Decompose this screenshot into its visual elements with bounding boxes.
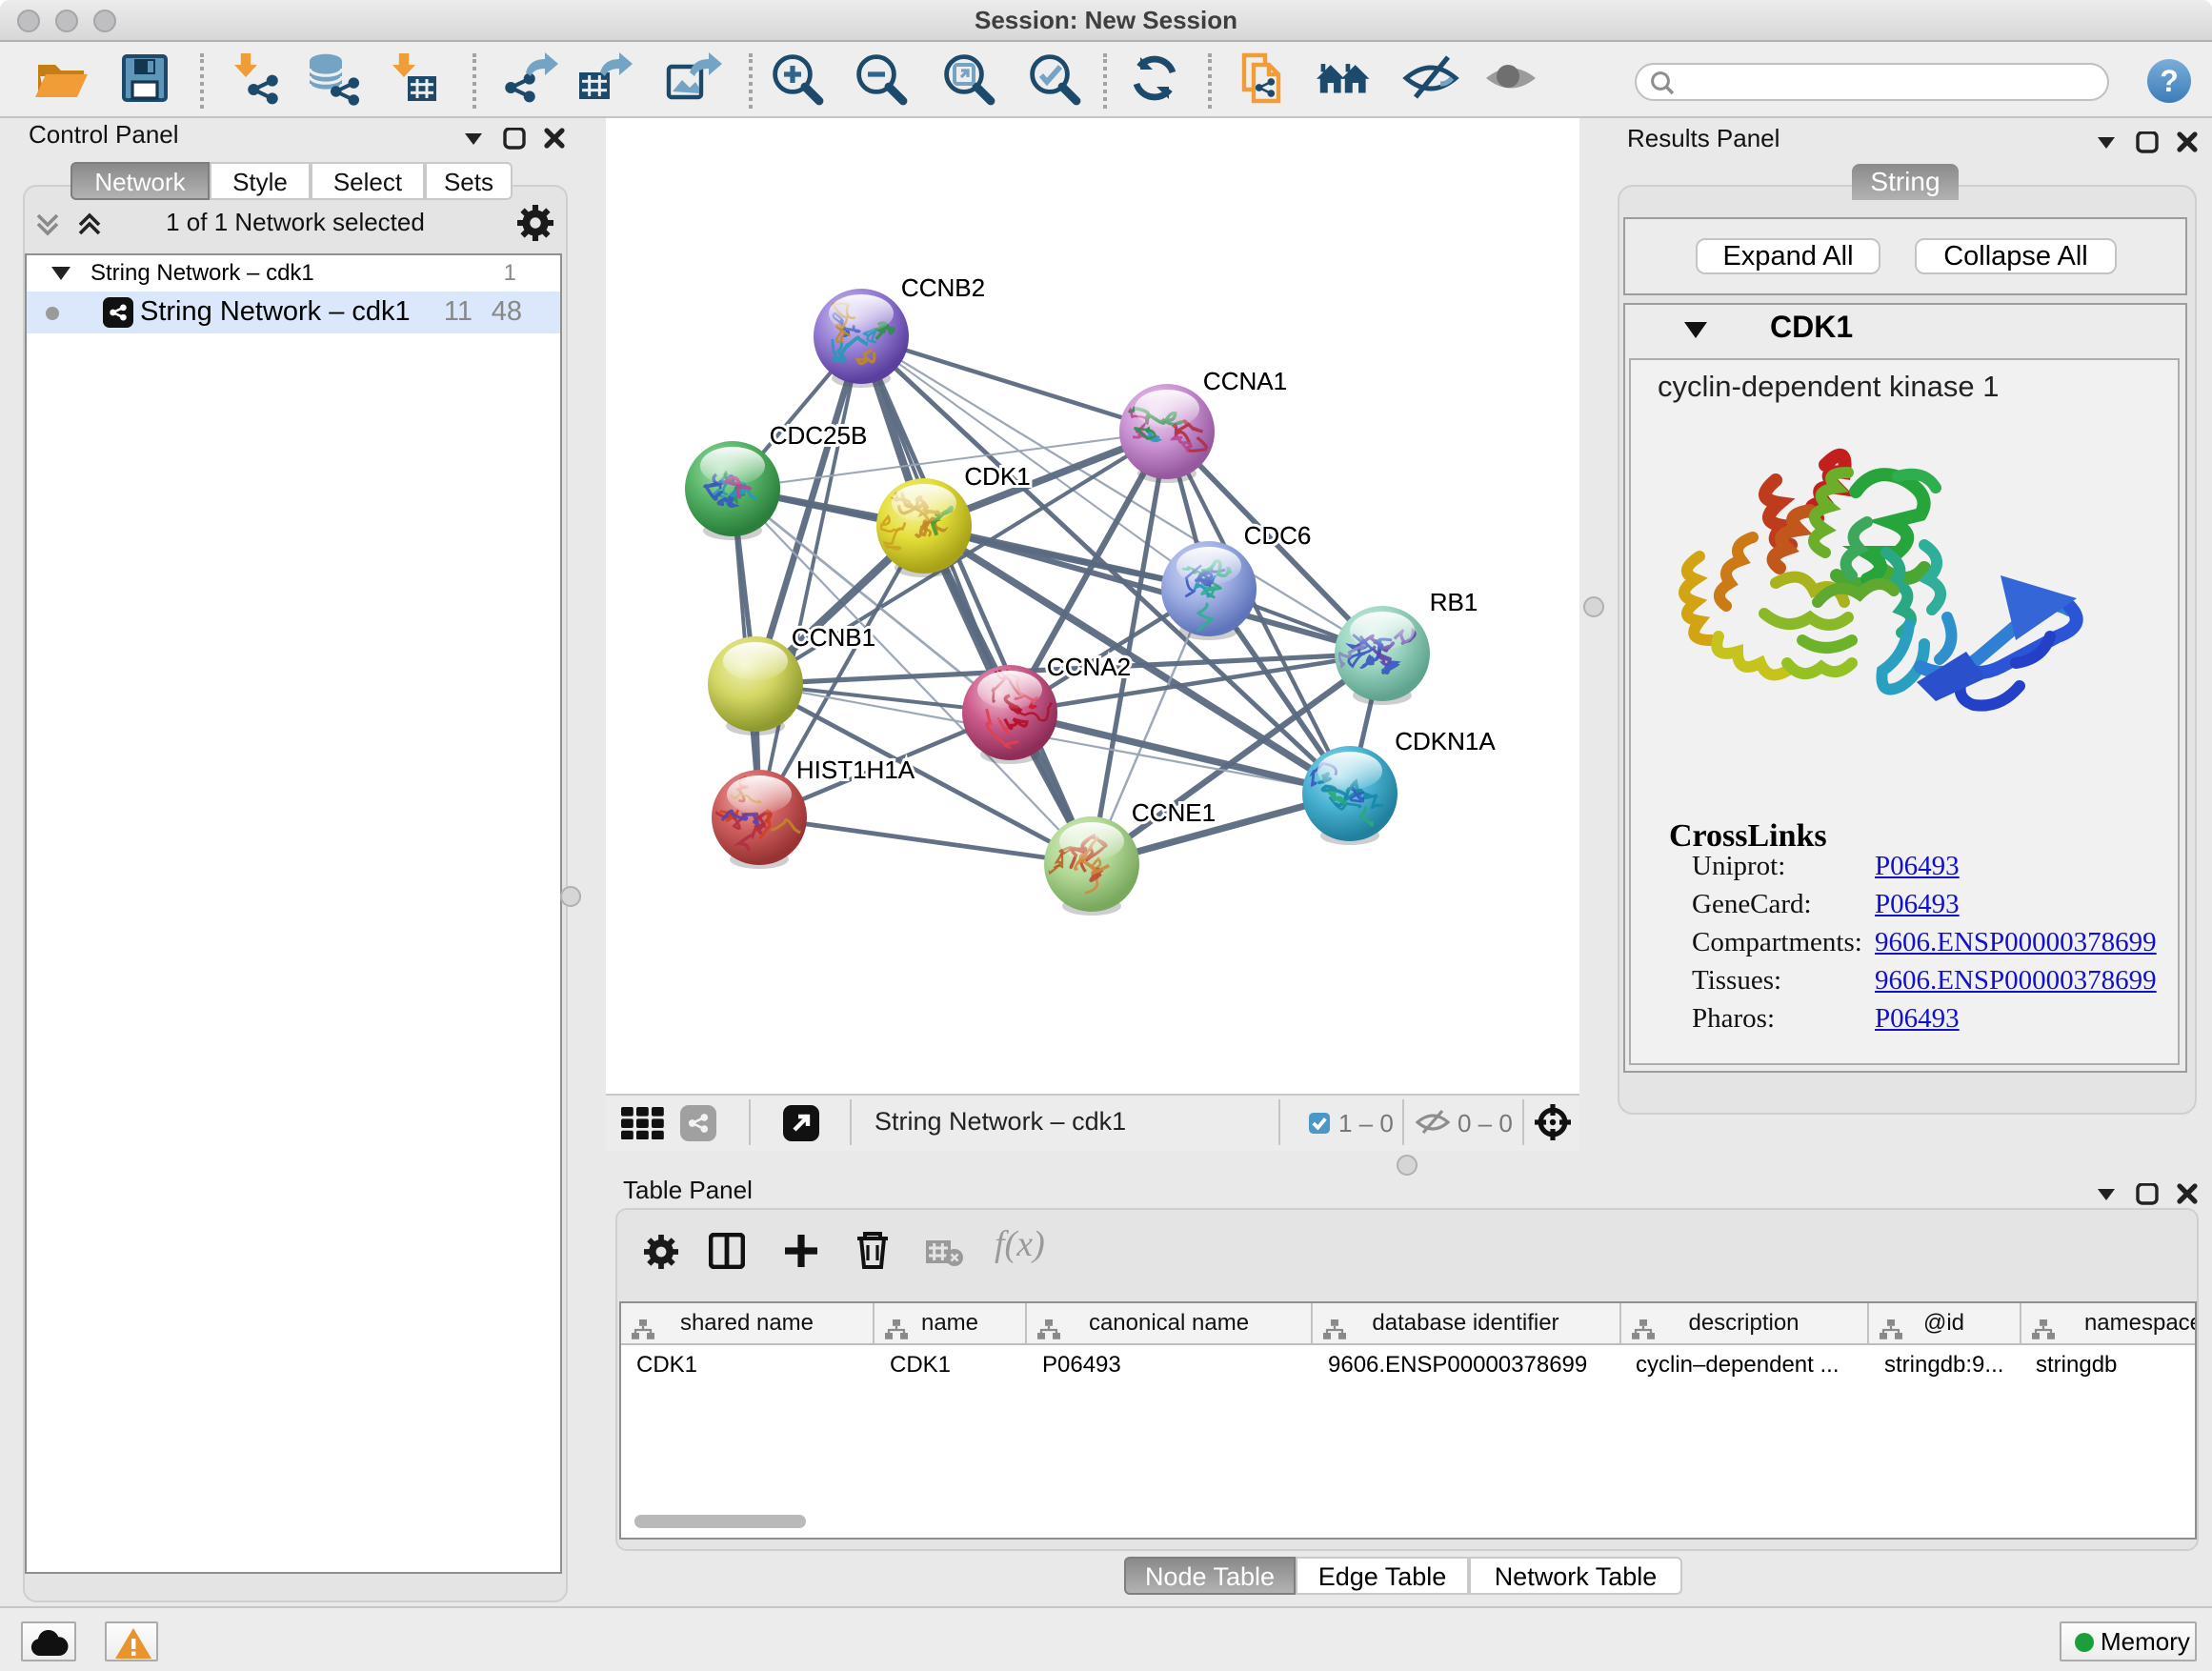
svg-text:CCNE1: CCNE1	[1132, 798, 1216, 827]
svg-text:RB1: RB1	[1430, 588, 1478, 616]
svg-text:CDK1: CDK1	[964, 462, 1030, 491]
svg-text:CDKN1A: CDKN1A	[1395, 727, 1496, 755]
svg-text:CCNA1: CCNA1	[1203, 367, 1287, 395]
svg-text:CDC6: CDC6	[1244, 521, 1312, 550]
svg-text:HIST1H1A: HIST1H1A	[796, 755, 915, 784]
svg-text:CCNB1: CCNB1	[792, 623, 875, 652]
svg-text:CDC25B: CDC25B	[770, 421, 868, 450]
svg-text:CCNA2: CCNA2	[1047, 653, 1131, 681]
svg-text:CCNB2: CCNB2	[901, 273, 985, 302]
svg-text:?: ?	[2160, 63, 2179, 97]
